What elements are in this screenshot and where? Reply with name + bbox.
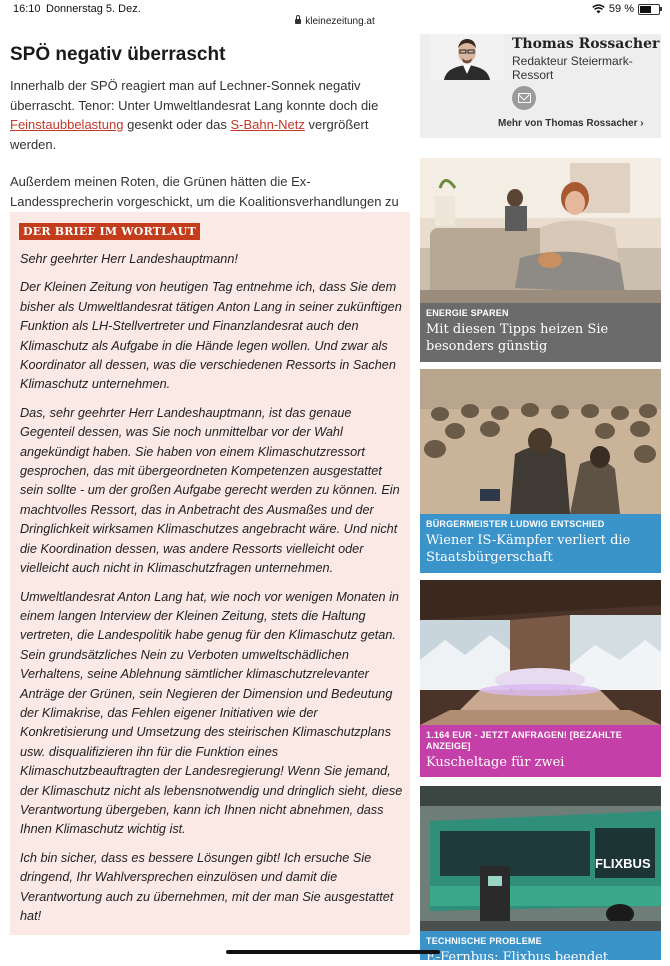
teaser-caption: TECHNISCHE PROBLEME E-Fernbus: Flixbus b… bbox=[420, 931, 661, 965]
teaser-kicker: BÜRGERMEISTER LUDWIG ENTSCHIED bbox=[426, 519, 605, 529]
letter-paragraph: Das, sehr geehrter Herr Landeshauptmann,… bbox=[20, 405, 400, 576]
teaser-image[interactable] bbox=[420, 158, 661, 303]
teaser-title[interactable]: Mit diesen Tipps heizen Sie besonders gü… bbox=[426, 321, 655, 355]
teaser-title[interactable]: E-Fernbus: Flixbus beendet bbox=[426, 949, 655, 966]
status-date: Donnerstag 5. Dez. bbox=[46, 3, 141, 15]
teaser-kicker: 1.164 EUR - JETZT ANFRAGEN! [BEZAHLTE AN… bbox=[426, 730, 622, 751]
teaser-kicker: TECHNISCHE PROBLEME bbox=[426, 936, 542, 946]
teaser-title[interactable]: Wiener IS-Kämpfer verliert die Staatsbür… bbox=[426, 532, 655, 566]
letter-paragraph: Umweltlandesrat Anton Lang hat, wie noch… bbox=[20, 589, 403, 837]
teaser-card[interactable]: FLIXBUS TECHNISCHE PROBLEME E-Fernbus: F… bbox=[420, 786, 661, 965]
letter-body: Sehr geehrter Herr Landeshauptmann! Der … bbox=[20, 250, 404, 935]
teaser-card[interactable]: ENERGIE SPAREN Mit diesen Tipps heizen S… bbox=[420, 158, 661, 362]
article-paragraph-1: Innerhalb der SPÖ reagiert man auf Lechn… bbox=[10, 78, 379, 152]
author-name: Thomas Rossacher bbox=[512, 36, 660, 52]
teaser-title[interactable]: Kuscheltage für zwei bbox=[426, 754, 655, 771]
url-text: kleinezeitung.at bbox=[305, 16, 375, 27]
home-indicator[interactable] bbox=[226, 950, 440, 954]
teaser-card[interactable]: 1.164 EUR - JETZT ANFRAGEN! [BEZAHLTE AN… bbox=[420, 580, 661, 777]
lock-icon bbox=[295, 15, 302, 24]
teaser-image[interactable] bbox=[420, 369, 661, 514]
teaser-kicker: ENERGIE SPAREN bbox=[426, 308, 509, 318]
battery-icon bbox=[638, 3, 662, 15]
battery-fill bbox=[640, 5, 651, 13]
status-time: 16:10 bbox=[13, 3, 41, 15]
mail-icon[interactable] bbox=[512, 86, 536, 110]
letter-paragraph: Sehr geehrter Herr Landeshauptmann! bbox=[20, 252, 238, 266]
teaser-image[interactable]: FLIXBUS bbox=[420, 786, 661, 931]
letter-box: DER BRIEF IM WORTLAUT Sehr geehrter Herr… bbox=[10, 212, 410, 935]
status-bar: 16:10 Donnerstag 5. Dez. kleinezeitung.a… bbox=[0, 0, 670, 34]
letter-tag: DER BRIEF IM WORTLAUT bbox=[19, 223, 200, 240]
author-more-link[interactable]: Mehr von Thomas Rossacher › bbox=[498, 118, 644, 129]
address-bar[interactable]: kleinezeitung.at bbox=[0, 15, 670, 27]
author-box: Thomas Rossacher Redakteur Steiermark-Re… bbox=[420, 34, 661, 138]
link-feinstaubbelastung[interactable]: Feinstaubbelastung bbox=[10, 117, 123, 132]
wifi-icon bbox=[592, 4, 605, 14]
status-indicators: 59 % bbox=[592, 3, 662, 15]
teaser-caption: BÜRGERMEISTER LUDWIG ENTSCHIED Wiener IS… bbox=[420, 514, 661, 573]
article-heading: SPÖ negativ überrascht bbox=[10, 44, 226, 65]
author-role: Redakteur Steiermark-Ressort bbox=[512, 54, 633, 82]
author-avatar bbox=[430, 34, 504, 80]
svg-text:FLIXBUS: FLIXBUS bbox=[595, 856, 651, 871]
teaser-caption: ENERGIE SPAREN Mit diesen Tipps heizen S… bbox=[420, 303, 661, 362]
link-s-bahn-netz[interactable]: S-Bahn-Netz bbox=[230, 117, 304, 132]
letter-paragraph: Der Kleinen Zeitung von heutigen Tag ent… bbox=[20, 280, 402, 392]
teaser-caption: 1.164 EUR - JETZT ANFRAGEN! [BEZAHLTE AN… bbox=[420, 725, 661, 777]
battery-percent: 59 % bbox=[608, 3, 634, 15]
letter-paragraph: Ich bin sicher, dass es bessere Lösungen… bbox=[20, 850, 394, 923]
teaser-card[interactable]: BÜRGERMEISTER LUDWIG ENTSCHIED Wiener IS… bbox=[420, 369, 661, 573]
teaser-image[interactable] bbox=[420, 580, 661, 725]
